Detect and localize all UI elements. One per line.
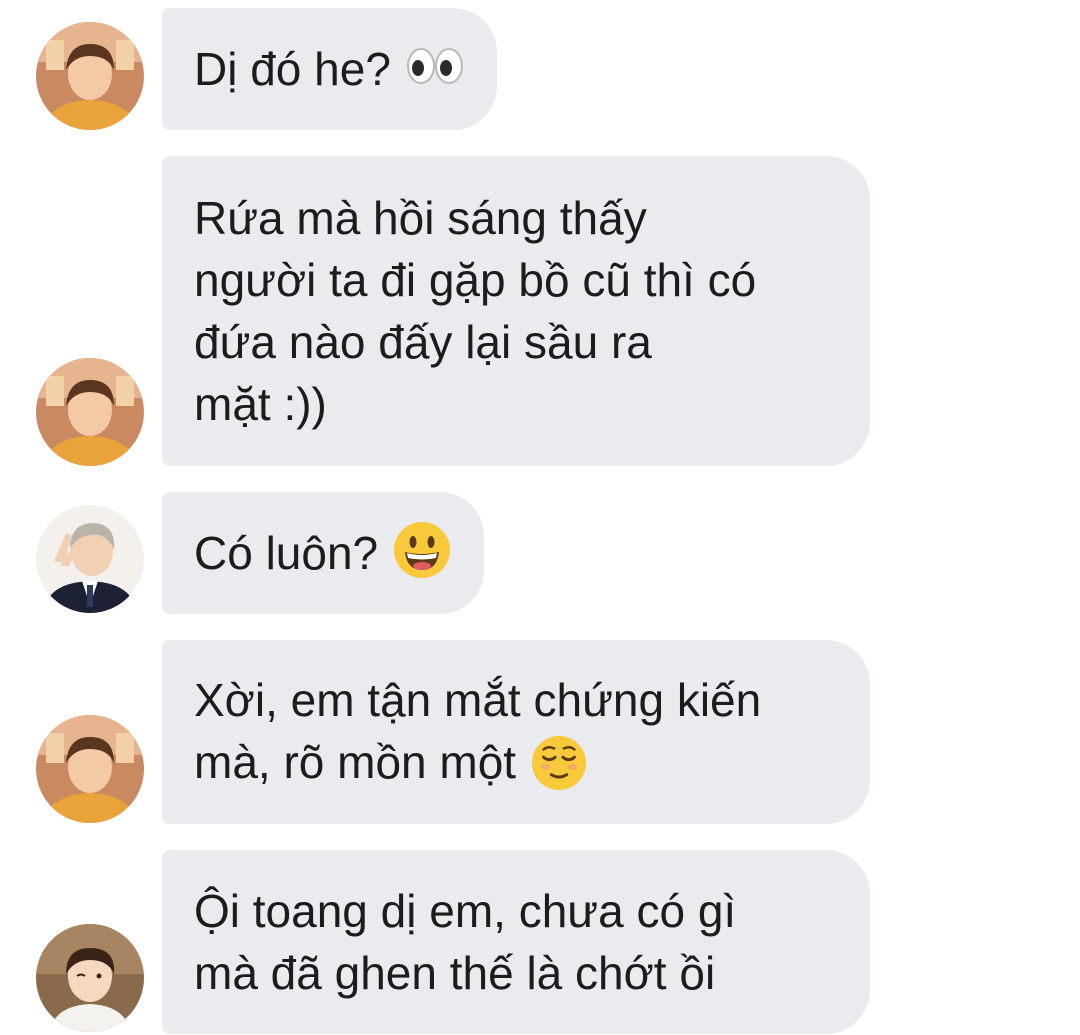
message-bubble[interactable]: Dị đó he? <box>162 8 497 130</box>
message-bubble[interactable]: Ội toang dị em, chưa có gì mà đã ghen th… <box>162 850 870 1034</box>
avatar-image <box>36 715 144 823</box>
eyes-emoji <box>405 46 465 86</box>
message-text: Có luôn? <box>194 527 379 579</box>
message-bubble[interactable]: Rứa mà hồi sáng thấy người ta đi gặp bồ … <box>162 156 870 466</box>
sender-avatar[interactable] <box>36 505 144 613</box>
message-text: Ội toang dị em, chưa có gì mà đã ghen th… <box>194 885 737 999</box>
sender-avatar[interactable] <box>36 715 144 823</box>
avatar-image <box>36 358 144 466</box>
avatar-image <box>36 22 144 130</box>
message-text: Xời, em tận mắt chứng kiến mà, rõ mồn mộ… <box>194 669 761 795</box>
relieved-face-emoji <box>530 734 588 792</box>
sender-avatar[interactable] <box>36 358 144 466</box>
grinning-face-emoji <box>392 520 452 580</box>
message-text-content: Xời, em tận mắt chứng kiến mà, rõ mồn mộ… <box>194 674 762 789</box>
message-bubble[interactable]: Có luôn? <box>162 492 485 614</box>
message-text: Dị đó he? <box>194 43 391 95</box>
message-bubble[interactable]: Xời, em tận mắt chứng kiến mà, rõ mồn mộ… <box>162 640 870 824</box>
sender-avatar[interactable] <box>36 22 144 130</box>
message-text: Rứa mà hồi sáng thấy người ta đi gặp bồ … <box>194 192 757 430</box>
avatar-image <box>36 924 144 1032</box>
sender-avatar[interactable] <box>36 924 144 1032</box>
avatar-image <box>36 505 144 613</box>
